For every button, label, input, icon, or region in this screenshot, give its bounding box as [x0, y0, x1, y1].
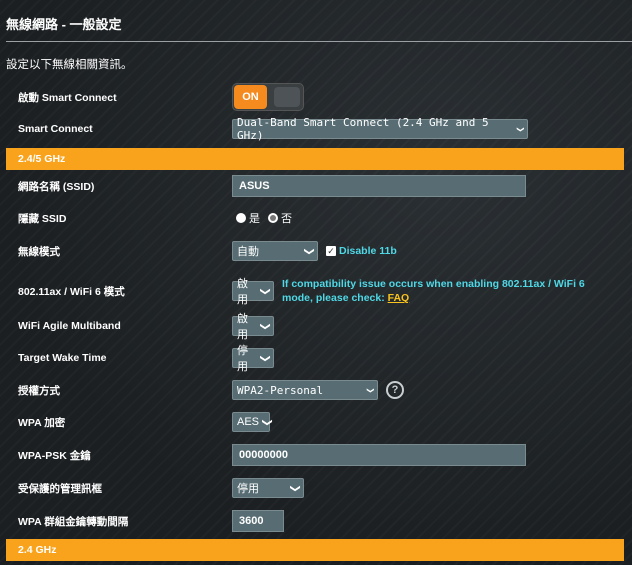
- section-header-2-4-5ghz: 2.4/5 GHz: [6, 148, 624, 170]
- chevron-down-icon: ❯: [364, 386, 376, 394]
- agile-multiband-value: 啟用: [237, 313, 248, 341]
- chevron-down-icon: ❯: [261, 417, 273, 427]
- page-description: 設定以下無線相關資訊。: [6, 59, 133, 71]
- wifi6-mode-value: 啟用: [237, 278, 248, 306]
- disable-11b-label: Disable 11b: [339, 245, 397, 257]
- wifi6-mode-select[interactable]: 啟用 ❯: [232, 278, 274, 306]
- row-group-key-interval: WPA 群組金鑰轉動間隔 3600: [0, 507, 632, 535]
- ssid-input[interactable]: ASUS: [232, 175, 526, 197]
- enable-smart-connect-label: 啟動 Smart Connect: [18, 91, 117, 104]
- toggle-on-label: ON: [234, 85, 267, 109]
- auth-method-select[interactable]: WPA2-Personal ❯: [232, 380, 378, 400]
- smart-connect-select[interactable]: Dual-Band Smart Connect (2.4 GHz and 5 G…: [232, 116, 528, 142]
- chevron-down-icon: ❯: [259, 353, 271, 363]
- row-enable-smart-connect: 啟動 Smart Connect ON: [0, 83, 632, 111]
- target-wake-time-label: Target Wake Time: [18, 352, 107, 364]
- hide-ssid-no-label: 否: [281, 213, 292, 225]
- section-title: 2.4/5 GHz: [18, 153, 66, 165]
- page-title: 無線網路 - 一般設定: [6, 17, 122, 32]
- hide-ssid-yes-label: 是: [249, 213, 260, 225]
- wpa-encryption-value: AES: [237, 416, 260, 428]
- wpa-encryption-select[interactable]: AES ❯: [232, 412, 273, 432]
- protected-mgmt-value: 停用: [237, 483, 259, 495]
- wireless-general-settings: 無線網路 - 一般設定 設定以下無線相關資訊。 啟動 Smart Connect…: [0, 0, 632, 565]
- wpa-psk-input[interactable]: 00000000: [232, 444, 526, 466]
- hide-ssid-yes-radio[interactable]: [236, 213, 246, 223]
- group-key-interval-label: WPA 群組金鑰轉動間隔: [18, 515, 129, 528]
- auth-method-label: 授權方式: [18, 384, 60, 397]
- target-wake-time-select[interactable]: 停用 ❯: [232, 345, 274, 373]
- smart-connect-label: Smart Connect: [18, 123, 93, 135]
- wireless-mode-value: 自動: [237, 246, 259, 258]
- wpa-psk-label: WPA-PSK 金鑰: [18, 449, 91, 462]
- chevron-down-icon: ❯: [514, 125, 526, 133]
- row-wpa-encryption: WPA 加密 AES ❯: [0, 408, 632, 436]
- row-target-wake-time: Target Wake Time 停用 ❯: [0, 344, 632, 373]
- wifi6-note-text: If compatibility issue occurs when enabl…: [282, 278, 585, 304]
- wifi6-mode-label: 802.11ax / WiFi 6 模式: [18, 285, 125, 298]
- row-ssid: 網路名稱 (SSID) ASUS: [0, 172, 632, 200]
- protected-mgmt-label: 受保護的管理訊框: [18, 482, 102, 495]
- wpa-encryption-label: WPA 加密: [18, 416, 66, 429]
- chevron-down-icon: ❯: [259, 321, 271, 331]
- wireless-mode-label: 無線模式: [18, 245, 60, 258]
- chevron-down-icon: ❯: [303, 246, 315, 256]
- disable-11b-checkbox[interactable]: ✓: [326, 246, 336, 256]
- chevron-down-icon: ❯: [289, 483, 301, 493]
- section-header-2-4ghz: 2.4 GHz: [6, 539, 624, 561]
- row-wpa-psk: WPA-PSK 金鑰 00000000: [0, 441, 632, 469]
- smart-connect-value: Dual-Band Smart Connect (2.4 GHz and 5 G…: [237, 116, 489, 142]
- protected-mgmt-select[interactable]: 停用 ❯: [232, 478, 304, 498]
- section-title: 2.4 GHz: [18, 544, 57, 556]
- row-hide-ssid: 隱藏 SSID 是 否: [0, 204, 632, 232]
- hide-ssid-label: 隱藏 SSID: [18, 212, 67, 225]
- ssid-label: 網路名稱 (SSID): [18, 180, 95, 193]
- row-agile-multiband: WiFi Agile Multiband 啟用 ❯: [0, 312, 632, 341]
- auth-method-value: WPA2-Personal: [237, 383, 324, 397]
- row-protected-mgmt: 受保護的管理訊框 停用 ❯: [0, 474, 632, 502]
- row-wireless-mode: 無線模式 自動 ❯ ✓ Disable 11b: [0, 237, 632, 265]
- row-wifi6-mode: 802.11ax / WiFi 6 模式 啟用 ❯ If compatibili…: [0, 273, 632, 309]
- wifi6-note: If compatibility issue occurs when enabl…: [282, 277, 618, 305]
- title-divider: [6, 41, 632, 42]
- row-smart-connect: Smart Connect Dual-Band Smart Connect (2…: [0, 115, 632, 143]
- smart-connect-toggle[interactable]: ON: [232, 83, 304, 111]
- hide-ssid-no-radio[interactable]: [268, 213, 278, 223]
- toggle-knob: [274, 87, 300, 107]
- group-key-interval-input[interactable]: 3600: [232, 510, 284, 532]
- faq-link[interactable]: FAQ: [388, 292, 410, 304]
- agile-multiband-label: WiFi Agile Multiband: [18, 320, 121, 332]
- question-icon[interactable]: ?: [386, 381, 404, 399]
- target-wake-time-value: 停用: [237, 345, 248, 373]
- wireless-mode-select[interactable]: 自動 ❯: [232, 241, 318, 261]
- agile-multiband-select[interactable]: 啟用 ❯: [232, 313, 274, 341]
- chevron-down-icon: ❯: [259, 286, 271, 296]
- row-auth-method: 授權方式 WPA2-Personal ❯ ?: [0, 376, 632, 404]
